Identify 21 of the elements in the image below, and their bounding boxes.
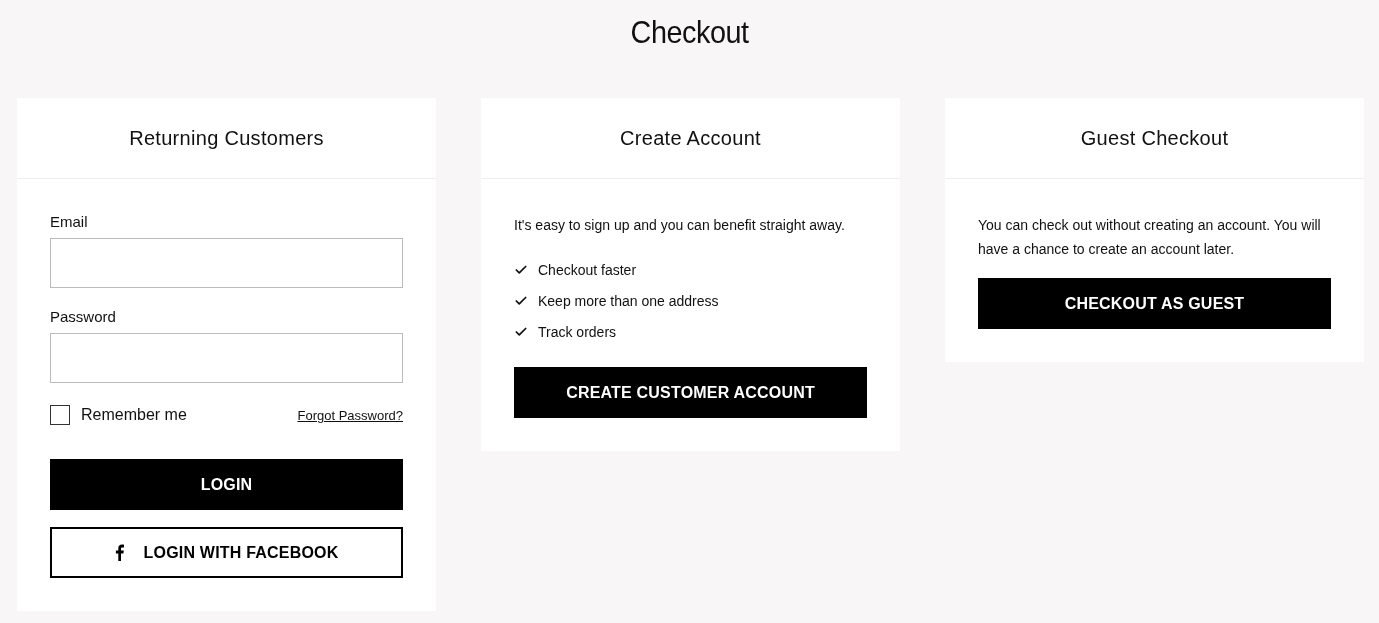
intro-text: It's easy to sign up and you can benefit straight away. (514, 216, 846, 235)
field-label: Password (50, 308, 116, 325)
login-button[interactable]: LOGIN (50, 459, 403, 510)
input-field[interactable] (50, 238, 403, 288)
input-field[interactable] (50, 333, 403, 383)
facebook-icon (114, 544, 124, 561)
checkbox[interactable] (50, 405, 70, 425)
create-account-button[interactable]: CREATE CUSTOMER ACCOUNT (514, 367, 867, 418)
benefit-text: Track orders (538, 323, 617, 340)
card-title: Create Account (620, 126, 761, 150)
benefit-text: Checkout faster (538, 261, 637, 278)
page-title: Checkout (630, 14, 749, 52)
forgot-password-link[interactable]: Forgot Password? (297, 407, 403, 423)
guest-text: You can check out without creating an account. You will have a chance to create an account later. (978, 216, 1322, 259)
benefit-text: Keep more than one address (538, 292, 719, 309)
facebook-login-button[interactable]: LOGIN WITH FACEBOOK (50, 527, 403, 578)
checkbox-label: Remember me (81, 406, 187, 424)
card-title: Guest Checkout (1080, 126, 1229, 150)
card-title: Returning Customers (129, 126, 324, 150)
guest-checkout-button[interactable]: CHECKOUT AS GUEST (978, 278, 1331, 329)
field-label: Email (50, 213, 88, 230)
